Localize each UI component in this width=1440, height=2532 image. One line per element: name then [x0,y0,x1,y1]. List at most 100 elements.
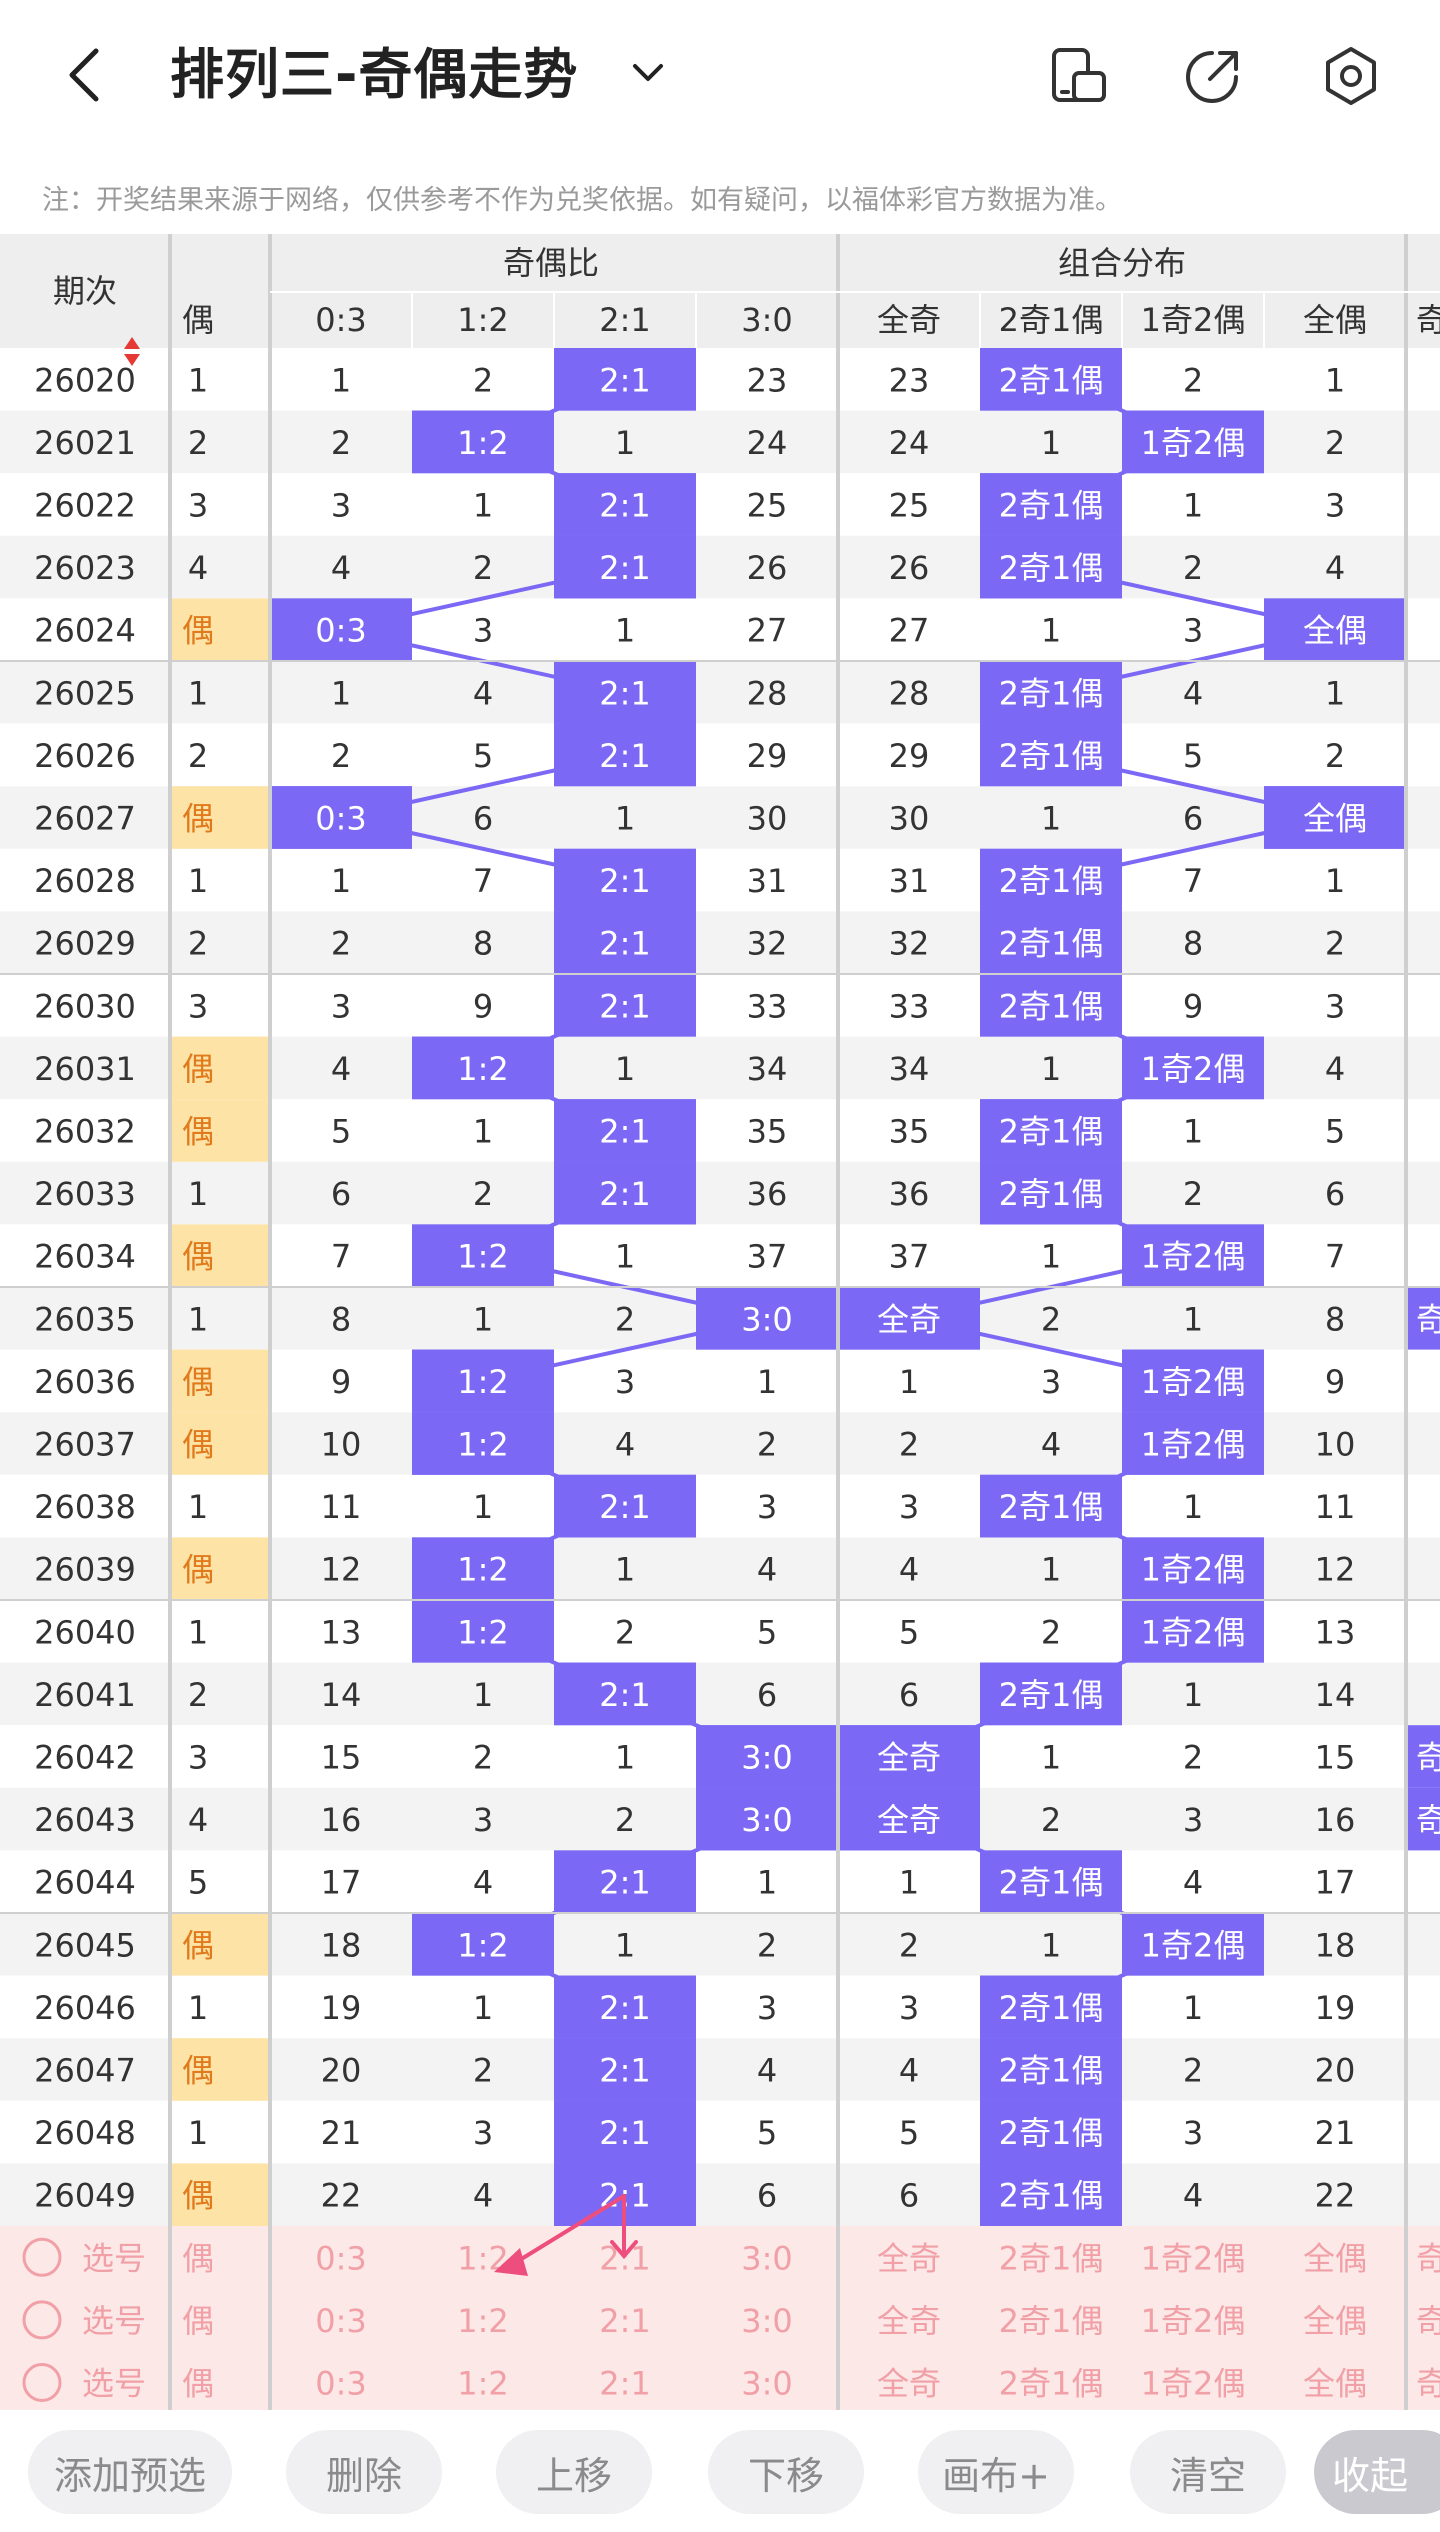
table-row [0,848,1440,912]
combo-cell: 1 [1325,674,1345,712]
table-row [0,974,1440,1037]
ratio-cell: 15 [321,1739,362,1777]
add-preselect-button[interactable]: 添加预选 [28,2430,232,2514]
ratio-cell: 2:1 [599,925,651,963]
period-cell: 26043 [34,1801,136,1839]
combo-cell: 2奇1偶 [999,862,1104,900]
pick-cell: 1奇2偶 [1141,2239,1246,2277]
ratio-cell: 9 [331,1363,351,1401]
ratio-cell: 4 [473,2177,493,2215]
combo-cell: 36 [889,1175,930,1213]
move-up-button[interactable]: 上移 [496,2430,652,2514]
combo-cell: 全奇 [877,1739,941,1777]
clear-button[interactable]: 清空 [1130,2430,1286,2514]
ratio-cell: 3:0 [741,1300,793,1338]
ratio-cell: 1:2 [457,1363,509,1401]
ratio-cell: 2:1 [599,2114,651,2152]
pick-cell: 0:3 [315,2239,367,2277]
ratio-cell: 16 [321,1801,362,1839]
pick-cell: 3:0 [741,2365,793,2403]
combo-cell: 3 [899,1989,919,2027]
combo-cell: 5 [1183,737,1203,775]
ratio-cell: 1:2 [457,1238,509,1276]
ratio-cell: 6 [331,1175,351,1213]
ratio-cell: 2:1 [599,987,651,1025]
period-cell: 26046 [34,1989,136,2027]
first-col-cell: 3 [188,987,208,1025]
ratio-cell: 4 [615,1426,635,1464]
combo-cell: 1奇2偶 [1141,1426,1246,1464]
period-cell: 26030 [34,987,136,1025]
combo-cell: 2奇1偶 [999,925,1104,963]
move-down-button[interactable]: 下移 [708,2430,864,2514]
period-cell: 26032 [34,1113,136,1151]
first-col-cell: 2 [188,1676,208,1714]
period-cell: 26026 [34,737,136,775]
combo-cell: 12 [1315,1551,1356,1589]
combo-cell: 6 [899,1676,919,1714]
delete-button[interactable]: 删除 [286,2430,442,2514]
cut-col-header: 奇 [1416,301,1440,339]
combo-cell: 全奇 [877,1801,941,1839]
ratio-cell: 13 [321,1613,362,1651]
trend-table: 期次 奇偶比 组合分布偶 0:3 1:2 2:1 3:0 全奇 2奇1偶 1奇2偶 全偶奇 26020… [0,234,1440,2410]
combo-cell: 1奇2偶 [1141,1551,1246,1589]
combo-cell: 1奇2偶 [1141,1238,1246,1276]
chevron-down-icon[interactable] [630,58,666,88]
ratio-cell: 1 [757,1864,777,1902]
ratio-cell: 21 [321,2114,362,2152]
ratio-cell: 1:2 [457,1551,509,1589]
bottom-toolbar: 添加预选 删除 上移 下移 画布+ 清空 收起 [0,2412,1440,2532]
first-col-cell: 1 [188,1613,208,1651]
collapse-button[interactable]: 收起 [1314,2430,1440,2514]
page-title[interactable]: 排列三-奇偶走势 [170,40,578,110]
combo-cell: 30 [889,800,930,838]
phone-layout-icon[interactable] [1048,45,1110,107]
combo-cell: 3 [1041,1363,1061,1401]
combo-cell: 27 [889,612,930,650]
ratio-cell: 4 [757,2052,777,2090]
ratio-cell: 1 [473,1300,493,1338]
pick-cell: 奇 [1416,2365,1440,2403]
ratio-cell: 20 [321,2052,362,2090]
combo-cell: 11 [1315,1488,1356,1526]
chevron-left-icon[interactable] [60,45,110,105]
ratio-cell: 2 [757,1426,777,1464]
ratio-cell: 3 [473,612,493,650]
settings-icon[interactable] [1320,45,1382,107]
combo-cell: 2奇1偶 [999,1864,1104,1902]
pick-label: 选号 [82,2302,146,2340]
ratio-cell: 3:0 [741,1739,793,1777]
combo-cell: 2 [1325,737,1345,775]
combo-cell: 4 [1183,1864,1203,1902]
ratio-cell: 1:2 [457,1426,509,1464]
combo-cell: 2奇1偶 [999,1676,1104,1714]
combo-cell: 6 [1325,1175,1345,1213]
canvas-plus-button[interactable]: 画布+ [918,2430,1074,2514]
combo-cell: 2 [1183,1739,1203,1777]
combo-cell: 2奇1偶 [999,361,1104,399]
combo-cell: 24 [889,424,930,462]
combo-cell: 4 [899,1551,919,1589]
first-col-cell: 偶 [182,1363,214,1401]
ratio-cell: 1 [331,361,351,399]
combo-cell: 2 [1183,549,1203,587]
first-col-cell: 1 [188,2114,208,2152]
first-col-cell: 1 [188,1175,208,1213]
combo-cell: 4 [1041,1426,1061,1464]
combo-cell: 2 [1183,361,1203,399]
period-cell: 26028 [34,862,136,900]
pick-cell: 2奇1偶 [999,2365,1104,2403]
combo-cell: 2 [1041,1801,1061,1839]
ratio-cell: 1 [473,1989,493,2027]
ratio-cell: 33 [747,987,788,1025]
combo-cell: 4 [899,2052,919,2090]
share-icon[interactable] [1182,45,1244,107]
ratio-cell: 2:1 [599,487,651,525]
ratio-cell: 19 [321,1989,362,2027]
combo-cell: 2奇1偶 [999,987,1104,1025]
period-cell: 26027 [34,800,136,838]
combo-cell: 2奇1偶 [999,549,1104,587]
ratio-cell: 2:1 [599,1488,651,1526]
ratio-cell: 4 [473,674,493,712]
